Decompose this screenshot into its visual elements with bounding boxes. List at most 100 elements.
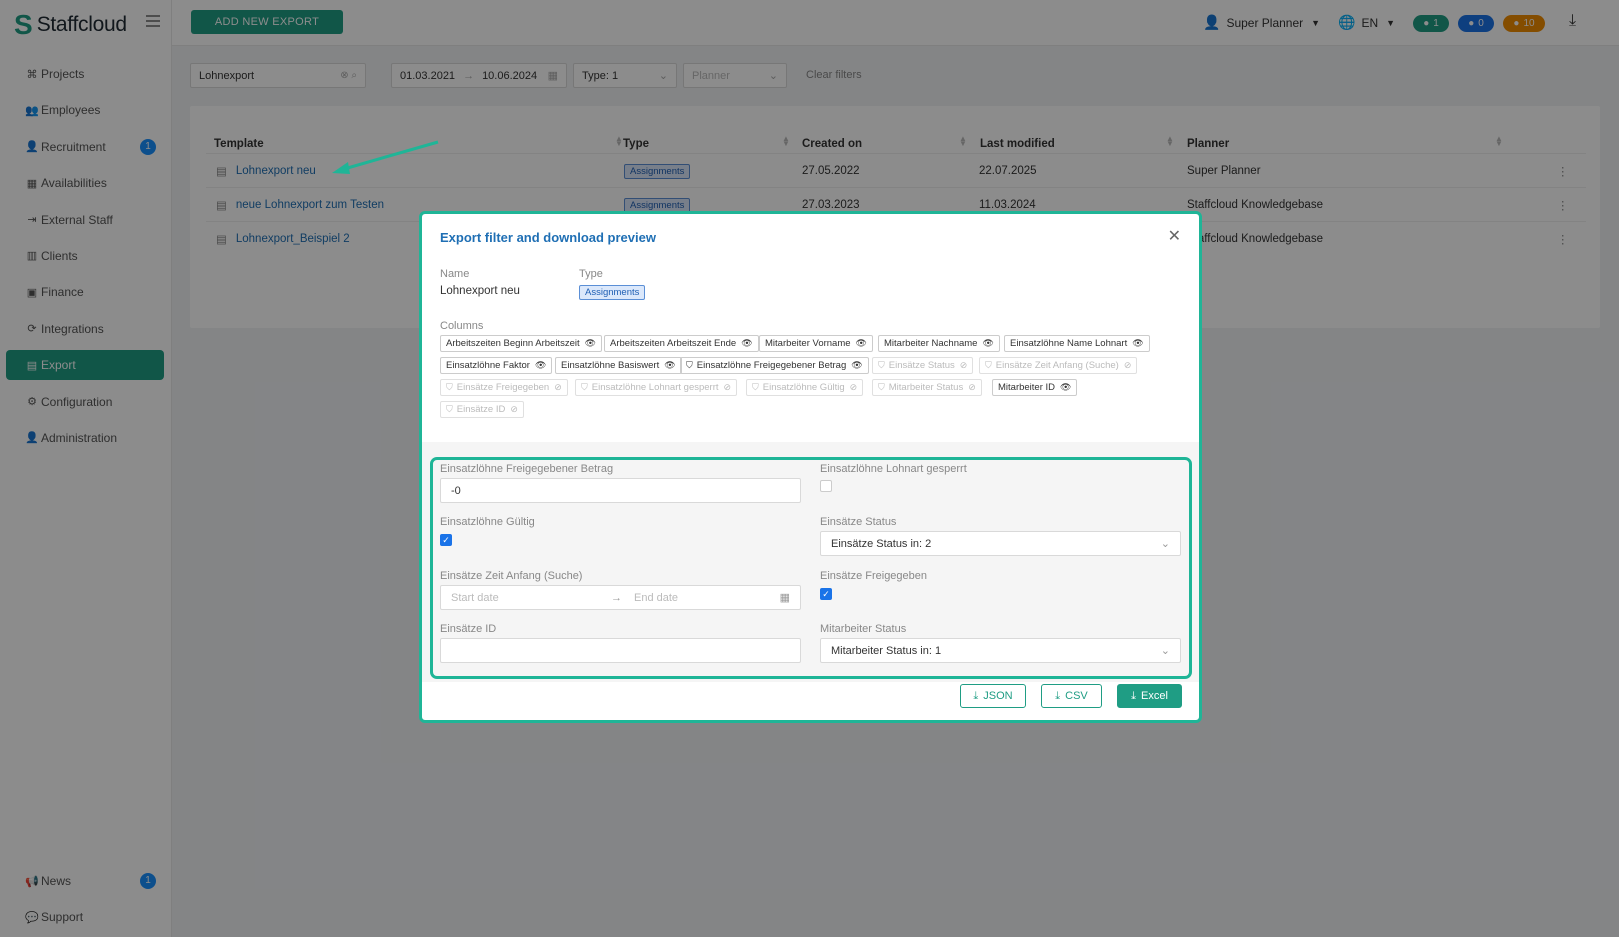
mstatus-value: Mitarbeiter Status in: xyxy=(831,644,932,657)
chevron-down-icon: ⌄ xyxy=(1160,645,1170,657)
download-icon: ⤓ xyxy=(973,689,979,702)
column-chip[interactable]: Mitarbeiter Vorname 👁 xyxy=(759,335,873,352)
betrag-input[interactable]: -0 xyxy=(440,478,801,503)
status-label: Einsätze Status xyxy=(820,516,897,528)
end-date-placeholder: End date xyxy=(634,591,679,604)
freigegeben-label: Einsätze Freigegeben xyxy=(820,570,928,582)
id-label: Einsätze ID xyxy=(440,623,497,635)
chip-label: Mitarbeiter Status xyxy=(888,382,964,393)
filter-icon: ⛉ xyxy=(878,360,885,370)
column-chip[interactable]: Einsatzlöhne Name Lohnart 👁 xyxy=(1004,335,1150,352)
json-label: JSON xyxy=(983,690,1013,702)
chip-label: Mitarbeiter Vorname xyxy=(765,338,851,349)
column-chip[interactable]: Arbeitszeiten Arbeitszeit Ende 👁 xyxy=(604,335,759,352)
chip-label: Arbeitszeiten Arbeitszeit Ende xyxy=(610,338,737,349)
filter-icon: ⛉ xyxy=(985,360,992,370)
column-chip[interactable]: ⛉ Einsätze Status ⊘ xyxy=(872,357,974,374)
eye-off-icon[interactable]: ⊘ xyxy=(510,404,518,415)
name-label: Name xyxy=(440,268,470,280)
eye-off-icon[interactable]: ⊘ xyxy=(968,382,976,393)
column-chip[interactable]: ⛉ Mitarbeiter Status ⊘ xyxy=(872,379,982,396)
chip-label: Mitarbeiter ID xyxy=(998,382,1056,393)
eye-off-icon[interactable]: ⊘ xyxy=(724,382,732,393)
chip-label: Einsätze Zeit Anfang (Suche) xyxy=(995,360,1119,371)
eye-icon[interactable]: 👁 xyxy=(851,360,862,371)
column-chip[interactable]: ⛉ Einsatzlöhne Lohnart gesperrt ⊘ xyxy=(575,379,738,396)
download-excel-button[interactable]: ⤓ Excel xyxy=(1117,684,1182,708)
column-chip[interactable]: Mitarbeiter ID 👁 xyxy=(992,379,1078,396)
download-json-button[interactable]: ⤓ JSON xyxy=(960,684,1026,708)
column-chip[interactable]: ⛉ Einsatzlöhne Gültig ⊘ xyxy=(746,379,864,396)
chevron-down-icon: ⌄ xyxy=(1160,538,1170,550)
modal-title: Export filter and download preview xyxy=(440,230,656,245)
annotation-arrow-icon xyxy=(332,140,439,174)
eye-off-icon[interactable]: ⊘ xyxy=(1124,360,1132,371)
mstatus-count: 1 xyxy=(934,644,942,657)
column-chip[interactable]: ⛉ Einsätze Freigegeben ⊘ xyxy=(440,379,568,396)
chip-label: Einsatzlöhne Basiswert xyxy=(561,360,660,371)
type-tag-wrap: Assignments xyxy=(579,284,646,300)
eye-off-icon[interactable]: ⊘ xyxy=(554,382,562,393)
eye-icon[interactable]: 👁 xyxy=(664,360,675,371)
export-preview-modal: Export filter and download preview ✕ Nam… xyxy=(419,211,1202,723)
chip-label: Mitarbeiter Nachname xyxy=(884,338,978,349)
eye-off-icon[interactable]: ⊘ xyxy=(960,360,968,371)
excel-label: Excel xyxy=(1140,690,1168,702)
eye-icon[interactable]: 👁 xyxy=(535,360,546,371)
filter-icon: ⛉ xyxy=(752,382,759,392)
column-chip[interactable]: ⛉ Einsätze ID ⊘ xyxy=(440,401,524,418)
gueltig-label: Einsatzlöhne Gültig xyxy=(440,516,535,528)
chip-label: Arbeitszeiten Beginn Arbeitszeit xyxy=(446,338,580,349)
start-date-placeholder: Start date xyxy=(451,591,499,604)
eye-icon[interactable]: 👁 xyxy=(982,338,993,349)
csv-label: CSV xyxy=(1065,690,1088,702)
eye-off-icon[interactable]: ⊘ xyxy=(850,382,858,393)
betrag-value: -0 xyxy=(451,484,461,497)
column-chip[interactable]: Einsatzlöhne Basiswert 👁 xyxy=(555,357,682,374)
chip-label: Einsätze Freigegeben xyxy=(456,382,550,393)
status-value: Einsätze Status in: xyxy=(831,537,923,550)
arrow-right-icon: → xyxy=(611,591,622,604)
status-count: 2 xyxy=(925,537,932,550)
gesperrt-label: Einsatzlöhne Lohnart gesperrt xyxy=(820,463,967,475)
filter-icon: ⛉ xyxy=(446,404,453,414)
chip-label: Einsätze ID xyxy=(456,404,506,415)
eye-icon[interactable]: 👁 xyxy=(1060,382,1071,393)
gueltig-checkbox[interactable]: ✓ xyxy=(440,534,452,546)
filter-icon: ⛉ xyxy=(878,382,885,392)
chip-label: Einsatzlöhne Lohnart gesperrt xyxy=(591,382,719,393)
name-value: Lohnexport neu xyxy=(440,285,520,297)
close-icon[interactable]: ✕ xyxy=(1168,226,1181,246)
filter-icon: ⛉ xyxy=(581,382,588,392)
chip-label: Einsatzlöhne Faktor xyxy=(446,360,530,371)
download-csv-button[interactable]: ⤓ CSV xyxy=(1041,684,1102,708)
column-chip[interactable]: Arbeitszeiten Beginn Arbeitszeit 👁 xyxy=(440,335,603,352)
betrag-label: Einsatzlöhne Freigegebener Betrag xyxy=(440,463,614,475)
mstatus-label: Mitarbeiter Status xyxy=(820,623,907,635)
eye-icon[interactable]: 👁 xyxy=(1132,338,1143,349)
eye-icon[interactable]: 👁 xyxy=(856,338,867,349)
column-chip[interactable]: Einsatzlöhne Faktor 👁 xyxy=(440,357,553,374)
status-select[interactable]: Einsätze Status in: 2 ⌄ xyxy=(820,531,1181,556)
column-chip[interactable]: ⛉ Einsätze Zeit Anfang (Suche) ⊘ xyxy=(979,357,1138,374)
download-icon: ⤓ xyxy=(1131,689,1136,702)
calendar-icon: ▦ xyxy=(779,592,790,604)
column-chip[interactable]: Mitarbeiter Nachname 👁 xyxy=(878,335,1000,352)
zeit-date-range[interactable]: Start date → End date ▦ xyxy=(440,585,801,610)
zeit-label: Einsätze Zeit Anfang (Suche) xyxy=(440,570,583,582)
type-label: Type xyxy=(579,268,603,280)
columns-label: Columns xyxy=(440,320,484,332)
eye-icon[interactable]: 👁 xyxy=(585,338,596,349)
chip-label: Einsätze Status xyxy=(888,360,955,371)
column-chip[interactable]: ⛉ Einsatzlöhne Freigegebener Betrag 👁 xyxy=(680,357,869,374)
id-input[interactable] xyxy=(440,638,801,663)
eye-icon[interactable]: 👁 xyxy=(741,338,752,349)
mstatus-select[interactable]: Mitarbeiter Status in: 1 ⌄ xyxy=(820,638,1181,663)
chip-label: Einsatzlöhne Freigegebener Betrag xyxy=(696,360,847,371)
freigegeben-checkbox[interactable]: ✓ xyxy=(820,588,832,600)
gesperrt-checkbox[interactable] xyxy=(820,480,832,492)
filter-icon: ⛉ xyxy=(446,382,453,392)
type-tag: Assignments xyxy=(579,285,646,300)
download-icon: ⤓ xyxy=(1055,689,1061,702)
filter-icon: ⛉ xyxy=(686,360,693,370)
